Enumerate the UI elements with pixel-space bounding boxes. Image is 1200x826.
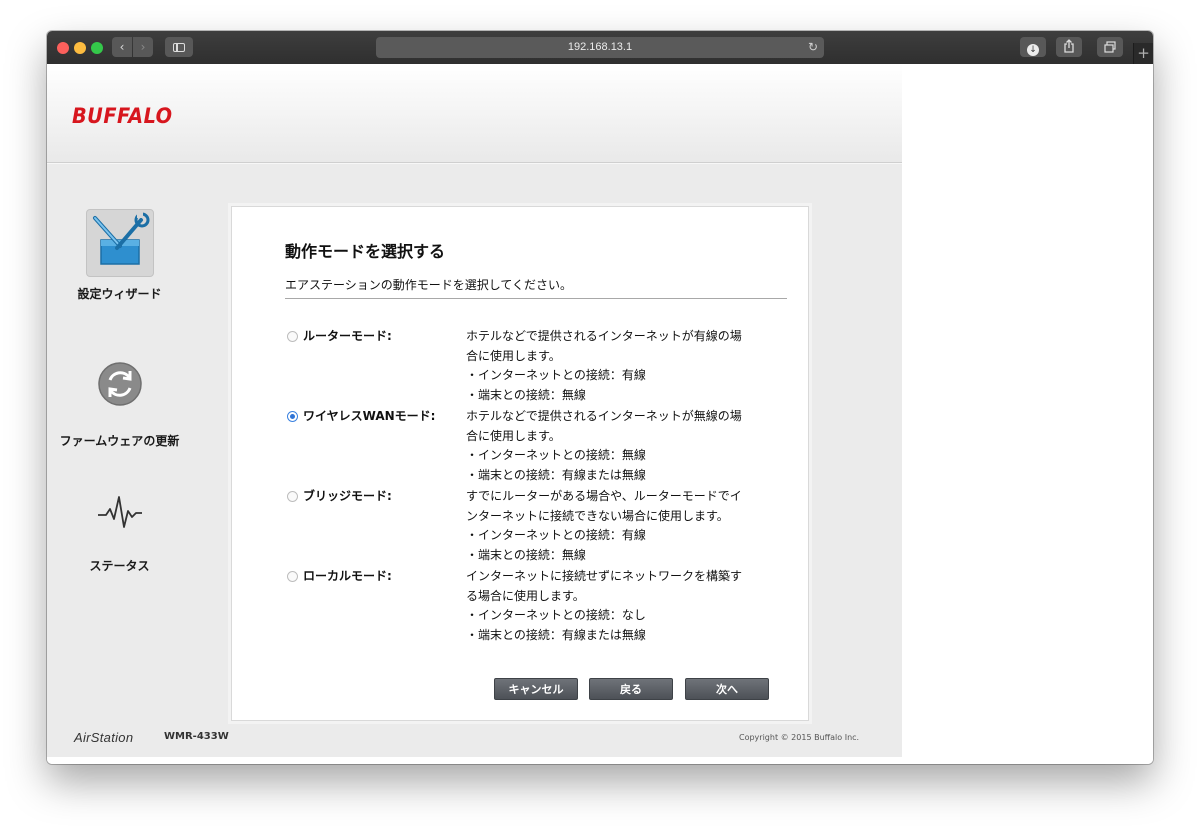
reload-icon[interactable]: ↻ <box>808 37 818 58</box>
show-tabs-button[interactable] <box>1097 37 1123 57</box>
sidebar-item-firmware-update[interactable]: ファームウェアの更新 <box>47 350 192 449</box>
panel-description: エアステーションの動作モードを選択してください。 <box>285 278 573 292</box>
mode-description: すでにルーターがある場合や、ルーターモードでイ ンターネットに接続できない場合に… <box>466 489 742 562</box>
back-button[interactable]: ‹ <box>112 37 132 57</box>
downloads-button[interactable]: ↓ <box>1020 37 1046 57</box>
download-icon: ↓ <box>1027 44 1039 56</box>
router-admin-page: BUFFALO 設定ウィザード ファームウェアの更新 ステータス 動作モードを選… <box>47 64 902 757</box>
mode-label: ルーターモード: <box>303 329 392 343</box>
chevron-left-icon: ‹ <box>119 40 125 54</box>
model-name: WMR-433W <box>164 731 229 742</box>
sidebar-item-setup-wizard[interactable]: 設定ウィザード <box>47 209 192 302</box>
pulse-icon <box>97 496 142 528</box>
airstation-logo: AirStation <box>74 730 134 745</box>
next-button[interactable]: 次へ <box>685 678 769 700</box>
mode-description: インターネットに接続せずにネットワークを構築す る場合に使用します。 ・インター… <box>466 569 743 642</box>
mode-description: ホテルなどで提供されるインターネットが無線の場 合に使用します。 ・インターネッ… <box>466 409 742 482</box>
address-url: 192.168.13.1 <box>567 41 633 53</box>
sidebar-item-label: ファームウェアの更新 <box>59 434 180 448</box>
mode-label: ブリッジモード: <box>303 489 392 503</box>
page-header: BUFFALO <box>47 64 902 163</box>
local-mode-radio[interactable] <box>287 571 298 582</box>
sidebar-icon <box>173 43 185 52</box>
bridge-mode-radio[interactable] <box>287 491 298 502</box>
share-button[interactable] <box>1056 37 1082 57</box>
divider <box>285 298 787 299</box>
share-icon <box>1064 39 1074 53</box>
back-step-button[interactable]: 戻る <box>589 678 673 700</box>
copyright: Copyright © 2015 Buffalo Inc. <box>739 733 860 742</box>
browser-toolbar: ‹ › 192.168.13.1 ↻ ↓ + <box>47 31 1153 64</box>
router-mode-radio[interactable] <box>287 331 298 342</box>
forward-button[interactable]: › <box>133 37 153 57</box>
close-window-button[interactable] <box>57 42 69 54</box>
toolbox-icon <box>92 212 149 265</box>
wireless-wan-mode-radio[interactable] <box>287 411 298 422</box>
buffalo-logo: BUFFALO <box>72 104 173 128</box>
mode-label: ワイヤレスWANモード: <box>303 409 436 423</box>
refresh-icon <box>97 362 142 406</box>
web-content: BUFFALO 設定ウィザード ファームウェアの更新 ステータス 動作モードを選… <box>47 64 1153 764</box>
new-tab-button[interactable]: + <box>1133 43 1153 64</box>
mode-description: ホテルなどで提供されるインターネットが有線の場 合に使用します。 ・インターネッ… <box>466 329 742 402</box>
address-bar[interactable]: 192.168.13.1 ↻ <box>376 37 824 58</box>
minimize-window-button[interactable] <box>74 42 86 54</box>
maximize-window-button[interactable] <box>91 42 103 54</box>
sidebar-item-status[interactable]: ステータス <box>47 477 192 574</box>
page-title: 動作モードを選択する <box>285 242 446 261</box>
tabs-icon <box>1104 41 1116 53</box>
sidebar-toggle-button[interactable] <box>165 37 193 57</box>
sidebar-item-label: ステータス <box>89 559 150 573</box>
chevron-right-icon: › <box>140 40 146 54</box>
browser-window: ‹ › 192.168.13.1 ↻ ↓ + BUFFALO 設定ウィザード フ… <box>47 31 1153 764</box>
sidebar-item-label: 設定ウィザード <box>77 287 162 301</box>
operation-mode-panel: 動作モードを選択する エアステーションの動作モードを選択してください。 ルーター… <box>231 206 809 721</box>
cancel-button[interactable]: キャンセル <box>494 678 578 700</box>
mode-label: ローカルモード: <box>303 569 392 583</box>
plus-icon: + <box>1137 44 1150 62</box>
